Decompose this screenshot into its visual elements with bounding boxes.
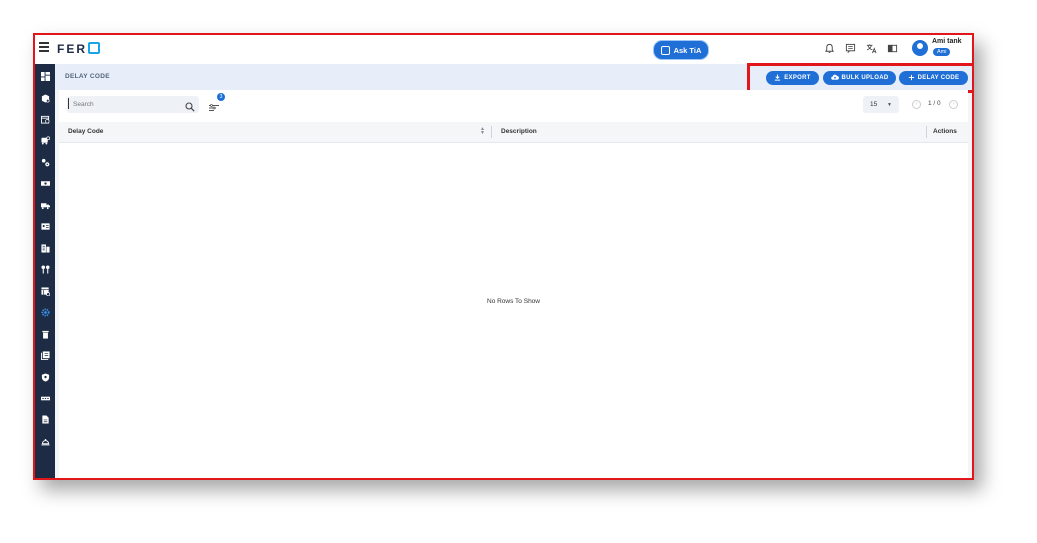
settings-gear-icon-active[interactable] bbox=[40, 308, 50, 318]
book-icon[interactable] bbox=[886, 43, 898, 55]
search-icon[interactable] bbox=[185, 99, 195, 112]
box-settings-icon[interactable] bbox=[40, 94, 50, 104]
filter-count-badge: 3 bbox=[217, 93, 225, 101]
library-icon[interactable] bbox=[40, 351, 50, 361]
document-icon[interactable] bbox=[40, 415, 50, 425]
main-panel: DELAY CODE EXPORT BULK UPLOAD DELAY CODE bbox=[55, 63, 972, 478]
gears-icon[interactable] bbox=[40, 158, 50, 168]
column-header-actions: Actions bbox=[933, 128, 957, 135]
filter-icon[interactable] bbox=[209, 99, 219, 111]
column-separator[interactable] bbox=[926, 126, 927, 138]
bell-icon[interactable] bbox=[823, 43, 835, 55]
tia-icon bbox=[660, 45, 670, 55]
ask-tia-button[interactable]: Ask TiA bbox=[653, 40, 709, 60]
text-cursor bbox=[68, 98, 69, 109]
prev-page-icon[interactable]: ‹ bbox=[912, 100, 921, 109]
api-icon[interactable] bbox=[40, 394, 50, 404]
calendar-clock-icon[interactable] bbox=[40, 115, 50, 125]
app-logo[interactable]: FER bbox=[57, 42, 100, 56]
translate-icon[interactable] bbox=[865, 43, 877, 55]
user-avatar-icon[interactable] bbox=[912, 40, 928, 56]
pager-text: 1 / 0 bbox=[928, 100, 941, 107]
column-separator[interactable] bbox=[491, 126, 492, 138]
ask-tia-label: Ask TiA bbox=[673, 45, 702, 55]
highlight-box bbox=[747, 63, 972, 93]
trash-icon[interactable] bbox=[40, 330, 50, 340]
id-card-icon[interactable] bbox=[40, 222, 50, 232]
page-title: DELAY CODE bbox=[65, 73, 110, 80]
app-window: FER Ask TiA Ami tank Ami DELAY CODE EXPO… bbox=[33, 33, 974, 480]
building-icon[interactable] bbox=[40, 244, 50, 254]
sort-icon[interactable]: ▲ ▼ bbox=[480, 127, 485, 136]
search-input[interactable] bbox=[73, 99, 173, 110]
ticket-icon[interactable] bbox=[40, 179, 50, 189]
user-name: Ami tank bbox=[932, 38, 962, 45]
top-bar: FER Ask TiA Ami tank Ami bbox=[35, 35, 972, 65]
table-settings-icon[interactable] bbox=[40, 287, 50, 297]
column-header-description[interactable]: Description bbox=[501, 128, 537, 135]
grid-header: Delay Code ▲ ▼ Description Actions bbox=[59, 122, 968, 143]
shield-icon[interactable] bbox=[40, 373, 50, 383]
search-box[interactable] bbox=[67, 96, 199, 113]
page-header: DELAY CODE EXPORT BULK UPLOAD DELAY CODE bbox=[55, 63, 972, 93]
chat-icon[interactable] bbox=[844, 43, 856, 55]
logo-text: FER bbox=[57, 42, 87, 56]
route-icon[interactable] bbox=[40, 265, 50, 275]
service-bell-icon[interactable] bbox=[40, 437, 50, 447]
column-header-delay-code[interactable]: Delay Code bbox=[68, 128, 103, 135]
bus-settings-icon[interactable] bbox=[40, 136, 50, 146]
content-card: 3 15 ▼ ‹ 1 / 0 › Delay Code ▲▼ Descripti… bbox=[59, 90, 968, 478]
caret-down-icon: ▼ bbox=[887, 102, 892, 108]
page-size-value: 15 bbox=[870, 101, 878, 108]
user-role-chip: Ami bbox=[933, 48, 951, 56]
page-size-select[interactable]: 15 ▼ bbox=[863, 96, 899, 113]
dashboard-icon[interactable] bbox=[40, 72, 50, 82]
logo-o-shape bbox=[88, 42, 100, 54]
sidebar bbox=[35, 64, 55, 478]
truck-settings-icon[interactable] bbox=[40, 201, 50, 211]
next-page-icon[interactable]: › bbox=[949, 100, 958, 109]
hamburger-menu-icon[interactable] bbox=[39, 42, 49, 52]
empty-grid-message: No Rows To Show bbox=[487, 298, 540, 305]
